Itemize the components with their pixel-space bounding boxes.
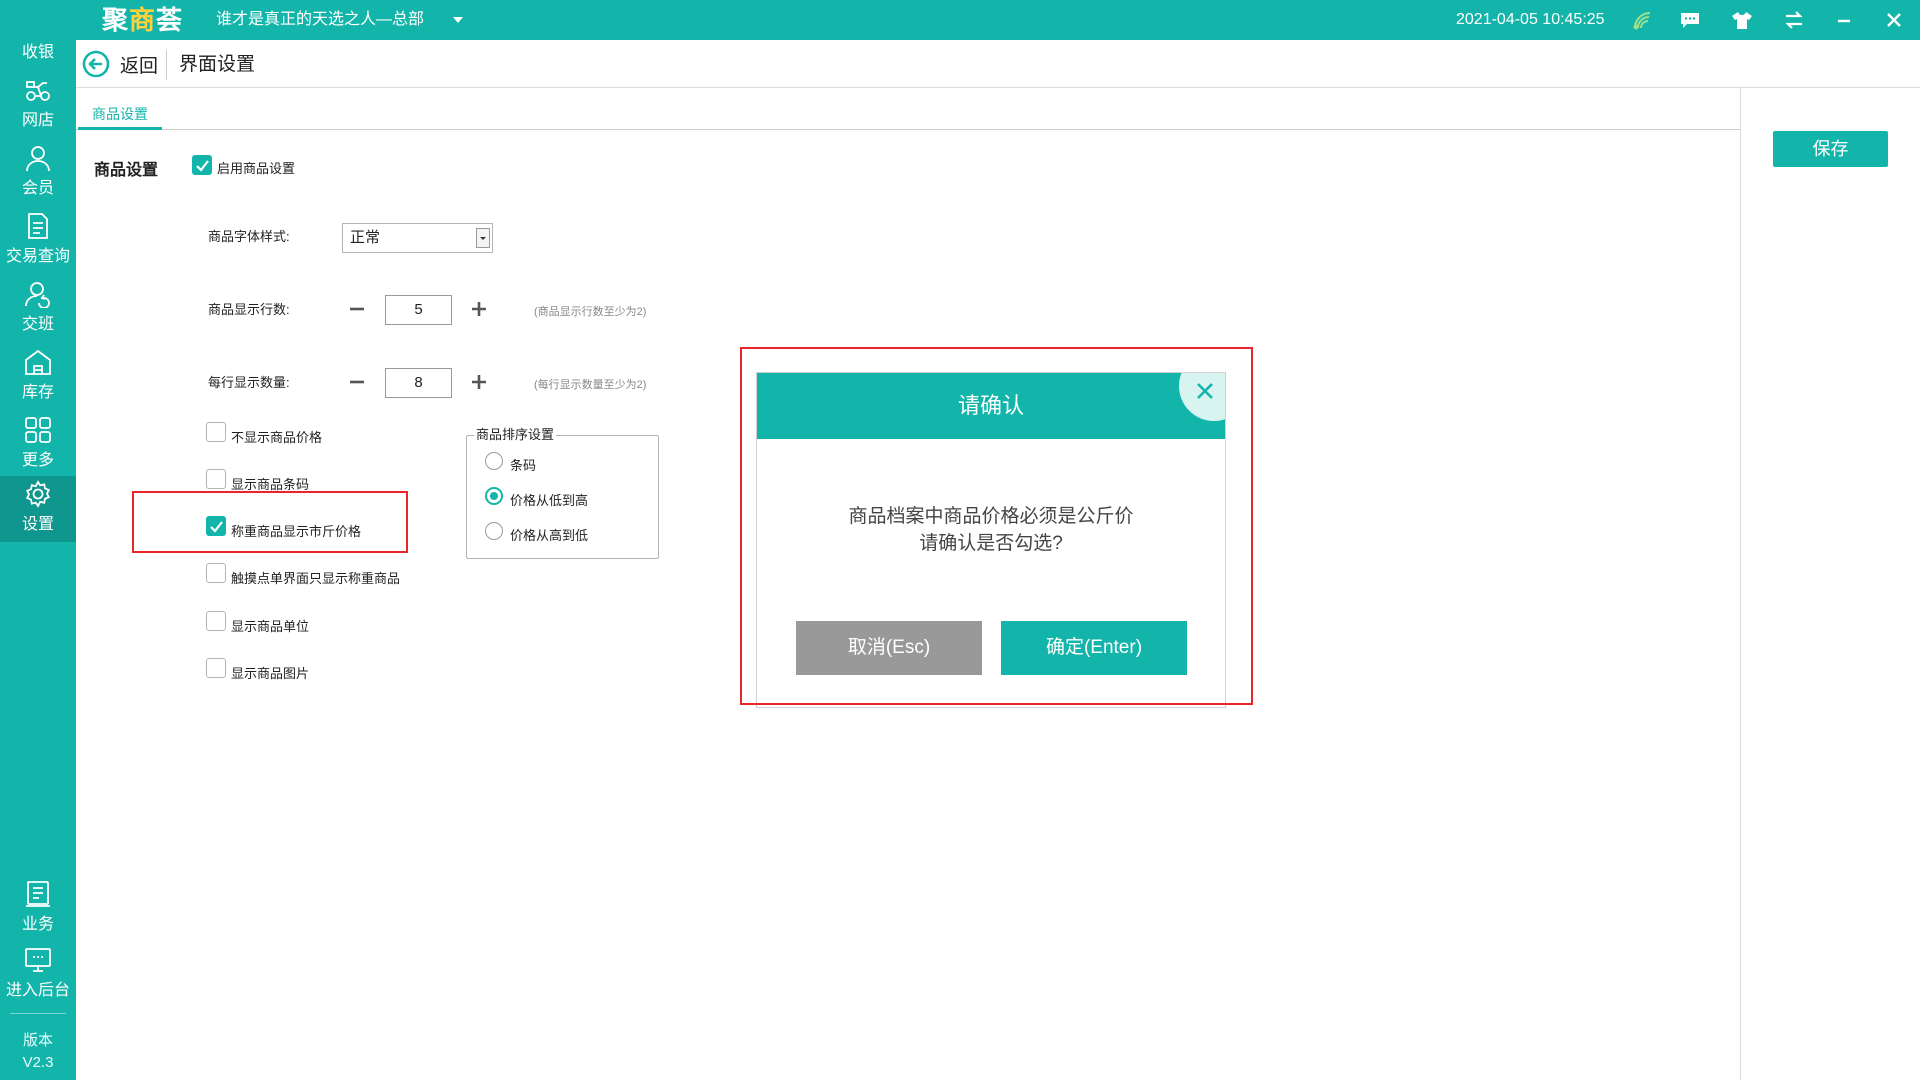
rows-label: 商品显示行数: <box>208 302 290 317</box>
enable-product-settings-label: 启用商品设置 <box>217 161 296 176</box>
sidebar-item-label: 交易查询 <box>5 248 70 265</box>
save-button[interactable]: 保存 <box>1773 131 1888 167</box>
sidebar-item-label: 更多 <box>21 452 54 469</box>
close-icon[interactable] <box>1882 8 1906 32</box>
highlight-box <box>132 491 408 553</box>
panel-divider <box>1740 88 1741 1080</box>
page-header: 返回 界面设置 <box>76 40 1920 88</box>
back-arrow-icon <box>82 50 110 78</box>
show-unit-checkbox[interactable] <box>206 611 226 631</box>
show-image-label: 显示商品图片 <box>231 666 310 681</box>
show-unit-label: 显示商品单位 <box>231 619 310 634</box>
touch-order-weighed-only-label: 触摸点单界面只显示称重商品 <box>231 571 401 586</box>
per-row-hint: (每行显示数量至少为2) <box>534 379 647 391</box>
hide-price-checkbox[interactable] <box>206 422 226 442</box>
minus-icon <box>350 380 364 384</box>
grid-icon <box>24 416 52 444</box>
sidebar-item-label: 收银 <box>21 44 54 61</box>
version-info: 版本 V2.3 <box>0 1030 76 1074</box>
sidebar-item-label: 设置 <box>21 516 54 533</box>
tab-bar: 商品设置 <box>76 88 1740 130</box>
dropdown-arrow-icon <box>476 228 490 248</box>
font-style-label: 商品字体样式: <box>208 229 290 244</box>
title-bar: 聚商荟 谁才是真正的天选之人—总部 2021-04-05 10:45:25 <box>0 0 1920 40</box>
show-barcode-checkbox[interactable] <box>206 469 226 489</box>
chevron-down-icon[interactable] <box>448 10 468 30</box>
checkmark-icon <box>196 160 209 172</box>
minus-icon <box>350 307 364 311</box>
minimize-icon[interactable] <box>1832 8 1856 32</box>
sort-price-desc-label: 价格从高到低 <box>510 528 589 543</box>
sort-price-asc-radio[interactable] <box>485 487 503 505</box>
font-style-select[interactable]: 正常 <box>342 223 493 253</box>
sidebar-item-label: 库存 <box>21 384 54 401</box>
rows-decrement-button[interactable] <box>346 298 368 320</box>
enable-product-settings-checkbox[interactable] <box>192 155 212 175</box>
back-label: 返回 <box>120 55 159 77</box>
sidebar-item-online-store[interactable]: 网店 <box>0 72 76 138</box>
shift-handover-icon <box>24 280 52 309</box>
show-image-checkbox[interactable] <box>206 658 226 678</box>
rows-increment-button[interactable] <box>468 298 490 320</box>
hide-price-label: 不显示商品价格 <box>231 430 323 445</box>
sidebar-item-label: 网店 <box>21 112 54 129</box>
version-label: 版本 <box>22 1032 53 1049</box>
sidebar: 收银 网店 会员 交易查询 交班 库存 更多 设置 业务 进入后台 版本 V2.… <box>0 0 76 1080</box>
sidebar-divider <box>10 1013 66 1014</box>
font-style-value: 正常 <box>350 229 381 246</box>
back-button[interactable]: 返回 <box>82 49 158 79</box>
sort-price-asc-label: 价格从低到高 <box>510 493 589 508</box>
sidebar-item-shift[interactable]: 交班 <box>0 276 76 342</box>
touch-order-weighed-only-checkbox[interactable] <box>206 563 226 583</box>
store-name[interactable]: 谁才是真正的天选之人—总部 <box>216 0 424 40</box>
section-label: 商品设置 <box>94 162 159 179</box>
wifi-signal-icon <box>1630 8 1654 32</box>
version-number: V2.3 <box>22 1054 54 1071</box>
business-icon <box>24 880 52 908</box>
per-row-input[interactable]: 8 <box>385 368 452 398</box>
sidebar-item-inventory[interactable]: 库存 <box>0 344 76 410</box>
sidebar-item-label: 交班 <box>21 316 54 333</box>
sort-barcode-label: 条码 <box>510 458 537 473</box>
user-icon <box>24 144 52 172</box>
sidebar-item-member[interactable]: 会员 <box>0 140 76 206</box>
rows-hint: (商品显示行数至少为2) <box>534 306 647 318</box>
plus-icon <box>472 375 486 389</box>
monitor-icon <box>24 946 52 974</box>
tab-product-settings[interactable]: 商品设置 <box>78 102 162 130</box>
switch-icon[interactable] <box>1782 8 1806 32</box>
app-logo: 聚商荟 <box>102 5 184 35</box>
per-row-increment-button[interactable] <box>468 371 490 393</box>
plus-icon <box>472 302 486 316</box>
header-divider <box>166 50 167 80</box>
sidebar-item-settings[interactable]: 设置 <box>0 476 76 542</box>
sidebar-item-backend[interactable]: 进入后台 <box>0 942 76 1008</box>
sidebar-item-more[interactable]: 更多 <box>0 412 76 478</box>
scooter-icon <box>24 76 52 104</box>
document-icon <box>24 212 52 240</box>
per-row-decrement-button[interactable] <box>346 371 368 393</box>
sidebar-item-label: 业务 <box>21 916 54 933</box>
sort-settings-legend: 商品排序设置 <box>474 424 557 443</box>
page-title: 界面设置 <box>179 54 256 75</box>
sort-price-desc-radio[interactable] <box>485 522 503 540</box>
gear-icon <box>24 480 52 508</box>
highlight-box <box>740 347 1253 705</box>
sidebar-item-transactions[interactable]: 交易查询 <box>0 208 76 274</box>
rows-input[interactable]: 5 <box>385 295 452 325</box>
warehouse-icon <box>24 348 52 376</box>
sort-barcode-radio[interactable] <box>485 452 503 470</box>
per-row-label: 每行显示数量: <box>208 375 290 390</box>
sidebar-item-business[interactable]: 业务 <box>0 876 76 942</box>
message-icon[interactable] <box>1678 8 1702 32</box>
skin-shirt-icon[interactable] <box>1730 8 1754 32</box>
datetime-display: 2021-04-05 10:45:25 <box>1456 11 1605 28</box>
sidebar-item-label: 会员 <box>21 180 54 197</box>
sidebar-item-label: 进入后台 <box>5 982 70 999</box>
